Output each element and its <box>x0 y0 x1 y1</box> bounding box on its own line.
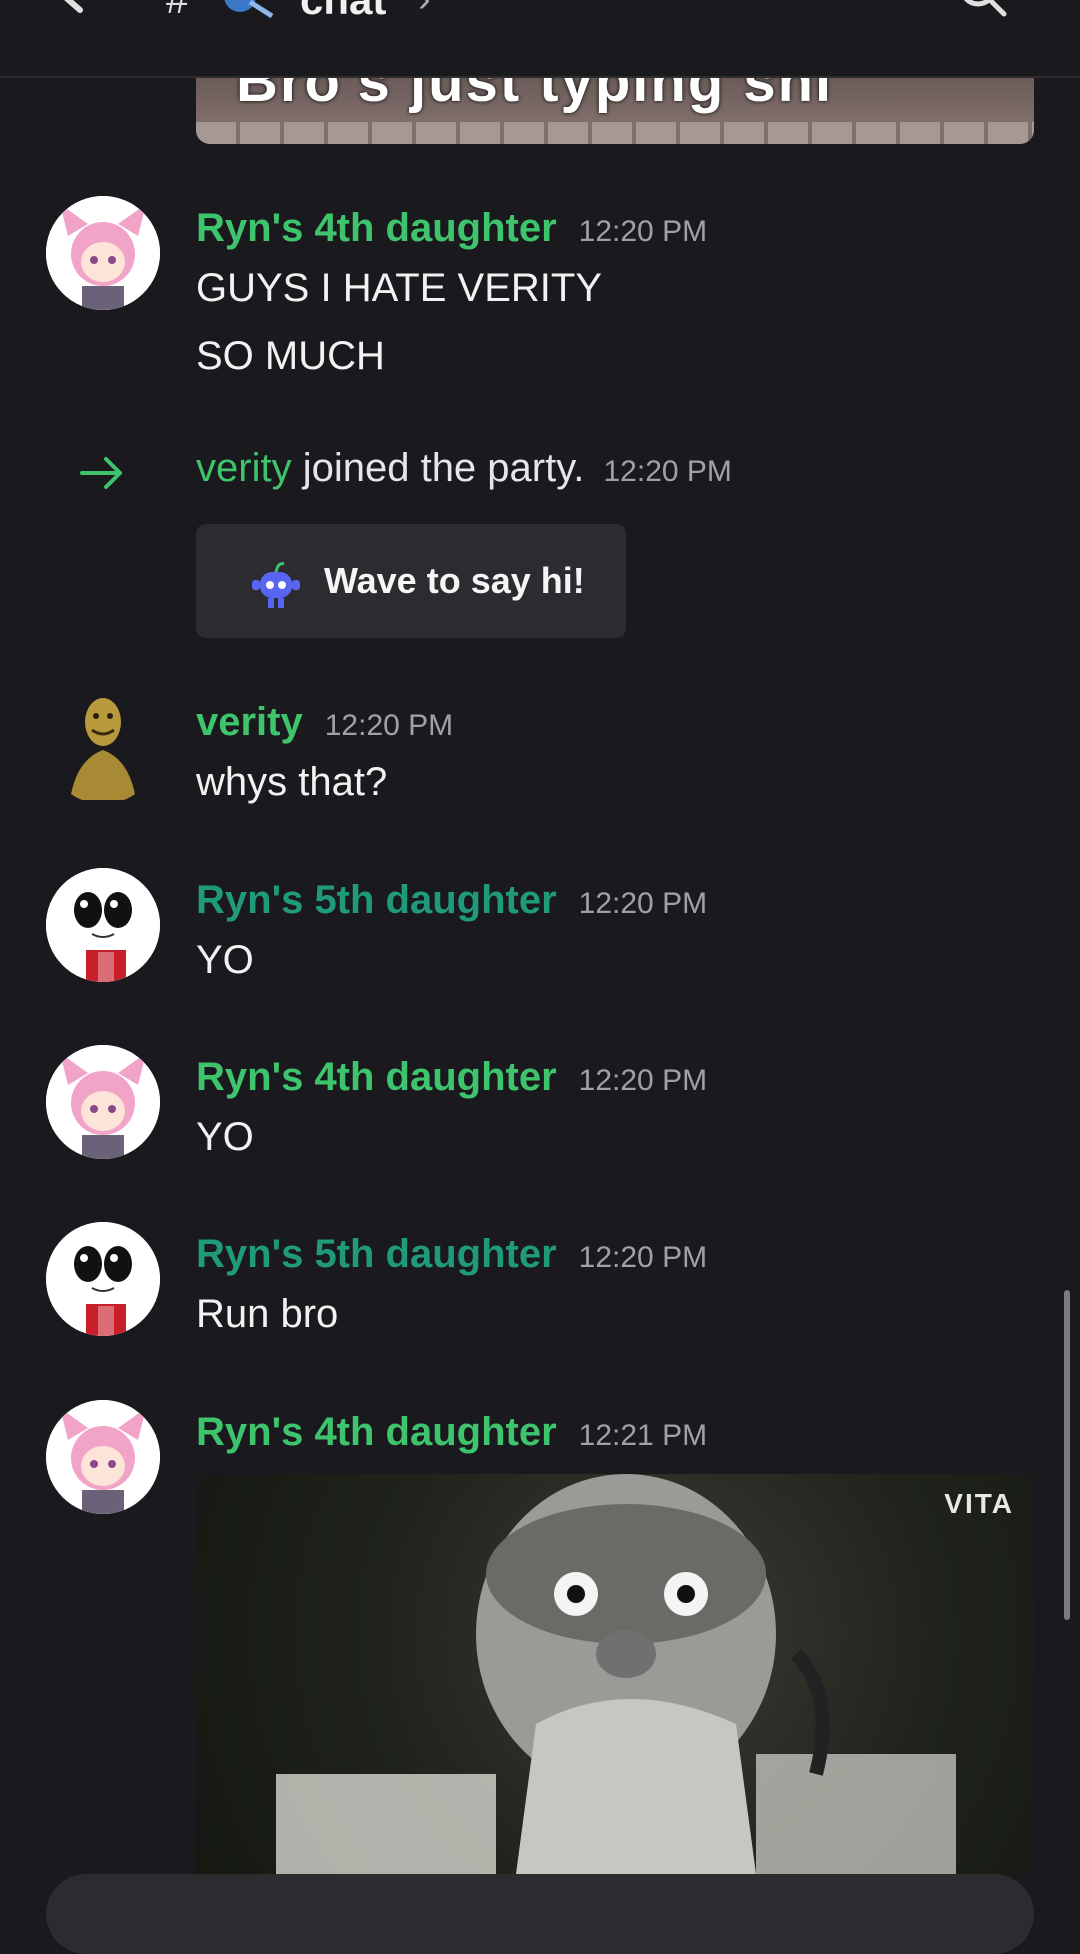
image-attachment[interactable]: Bro's just typing shi <box>196 76 1034 144</box>
timestamp: 12:20 PM <box>324 709 454 742</box>
timestamp: 12:21 PM <box>578 1419 708 1452</box>
chevron-right-icon[interactable]: › <box>418 0 431 21</box>
timestamp: 12:20 PM <box>578 887 708 920</box>
username-text[interactable]: verity <box>196 700 303 744</box>
avatar[interactable] <box>46 868 160 982</box>
message-composer[interactable] <box>46 1874 1034 1954</box>
channel-emoji-icon <box>224 0 274 19</box>
join-username[interactable]: verity <box>196 446 292 490</box>
timestamp: 12:20 PM <box>578 1241 708 1274</box>
timestamp: 12:20 PM <box>578 215 708 248</box>
channel-title[interactable]: chat <box>300 0 386 24</box>
wave-button[interactable]: Wave to say hi! <box>196 524 626 638</box>
message-text: YO <box>196 938 254 982</box>
avatar[interactable] <box>46 1045 160 1159</box>
avatar[interactable] <box>46 1400 160 1514</box>
avatar[interactable] <box>46 196 160 310</box>
keyboard-image-detail <box>196 122 1034 144</box>
channel-header: # chat › <box>0 0 1080 78</box>
message-text: GUYS I HATE VERITY <box>196 266 602 310</box>
username[interactable]: Ryn's 4th daughter 12:21 PM <box>196 1410 707 1455</box>
join-text: joined the party. <box>302 446 585 490</box>
image-caption: Bro's just typing shi <box>236 76 834 114</box>
username[interactable]: Ryn's 5th daughter 12:20 PM <box>196 878 707 923</box>
message-text: YO <box>196 1115 254 1159</box>
username-text[interactable]: Ryn's 4th daughter <box>196 206 557 250</box>
avatar[interactable] <box>46 690 160 804</box>
username[interactable]: Ryn's 4th daughter 12:20 PM <box>196 1055 707 1100</box>
username-text[interactable]: Ryn's 5th daughter <box>196 878 557 922</box>
wumpus-wave-icon <box>252 562 300 608</box>
username[interactable]: verity 12:20 PM <box>196 700 453 745</box>
username-text[interactable]: Ryn's 5th daughter <box>196 1232 557 1276</box>
username-text[interactable]: Ryn's 4th daughter <box>196 1410 557 1454</box>
search-icon[interactable] <box>958 0 1008 24</box>
timestamp: 12:20 PM <box>603 455 732 488</box>
back-arrow-icon[interactable] <box>52 0 112 36</box>
wave-button-label: Wave to say hi! <box>324 560 585 601</box>
video-attachment[interactable]: VITA <box>196 1474 1034 1874</box>
username[interactable]: Ryn's 4th daughter 12:20 PM <box>196 206 707 251</box>
message-text: whys that? <box>196 760 388 804</box>
join-arrow-icon <box>80 457 122 489</box>
avatar[interactable] <box>46 1222 160 1336</box>
message-text: Run bro <box>196 1292 339 1336</box>
username[interactable]: Ryn's 5th daughter 12:20 PM <box>196 1232 707 1277</box>
username-text[interactable]: Ryn's 4th daughter <box>196 1055 557 1099</box>
system-join-message: verity joined the party. 12:20 PM <box>196 446 732 491</box>
video-frame <box>276 1474 956 1874</box>
scrollbar[interactable] <box>1064 1290 1070 1620</box>
timestamp: 12:20 PM <box>578 1064 708 1097</box>
message-text: SO MUCH <box>196 334 385 378</box>
video-watermark: VITA <box>944 1488 1014 1519</box>
channel-hash-icon: # <box>166 0 189 22</box>
